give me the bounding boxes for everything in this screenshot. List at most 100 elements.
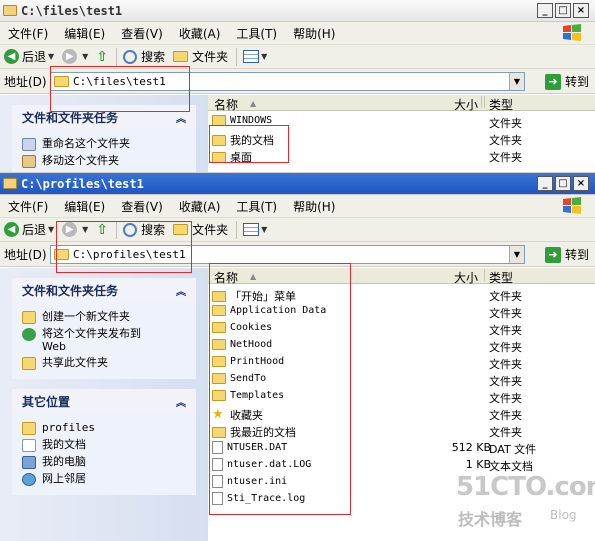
highlight-box-profile-contents xyxy=(209,263,351,515)
views-button[interactable]: ▼ xyxy=(243,50,267,63)
views-icon xyxy=(243,223,260,236)
forward-button[interactable]: ▶ ▼ xyxy=(62,49,88,64)
folder-icon xyxy=(22,422,36,435)
forward-arrow-icon: ▶ xyxy=(62,49,78,64)
menu-tools[interactable]: 工具(T) xyxy=(236,25,277,42)
panel-header[interactable]: 文件和文件夹任务 ︽ xyxy=(12,278,196,302)
task-rename-folder[interactable]: 重命名这个文件夹 xyxy=(22,137,186,151)
computer-icon xyxy=(22,456,36,469)
place-network[interactable]: 网上邻居 xyxy=(22,472,186,486)
minimize-button[interactable]: _ xyxy=(537,176,553,191)
place-my-computer[interactable]: 我的电脑 xyxy=(22,455,186,469)
item-size: 512 KB xyxy=(451,441,491,454)
menu-view[interactable]: 查看(V) xyxy=(121,25,163,42)
menu-bar: 文件(F) 编辑(E) 查看(V) 收藏(A) 工具(T) 帮助(H) xyxy=(0,195,595,218)
highlight-box-folders xyxy=(209,125,289,163)
list-header: 名称 ▲ 大小 类型 xyxy=(208,95,595,113)
item-type: 文件夹 xyxy=(489,341,522,354)
item-size: 1 KB xyxy=(465,458,491,471)
menu-bar: 文件(F) 编辑(E) 查看(V) 收藏(A) 工具(T) 帮助(H) xyxy=(0,22,595,45)
column-size[interactable]: 大小 xyxy=(454,269,478,286)
title-bar[interactable]: C:\files\test1 _ □ × xyxy=(0,0,595,22)
maximize-button[interactable]: □ xyxy=(555,176,571,191)
goto-button[interactable]: ➜ 转到 xyxy=(544,246,589,263)
up-folder-button[interactable]: ⇧ xyxy=(96,49,108,65)
item-type: 文件夹 xyxy=(489,409,522,422)
item-type: 文件夹 xyxy=(489,375,522,388)
item-type: 文件夹 xyxy=(489,358,522,371)
column-size[interactable]: 大小 xyxy=(454,96,478,113)
back-button[interactable]: ◀ 后退 ▼ xyxy=(4,48,54,65)
item-type: DAT 文件 xyxy=(489,443,537,456)
share-folder-icon xyxy=(22,357,36,370)
address-dropdown[interactable]: ▼ xyxy=(509,73,524,90)
column-type[interactable]: 类型 xyxy=(489,96,513,113)
search-icon xyxy=(123,49,138,64)
menu-tools[interactable]: 工具(T) xyxy=(236,198,277,215)
go-arrow-icon: ➜ xyxy=(544,246,561,263)
task-move-folder[interactable]: 移动这个文件夹 xyxy=(22,154,186,168)
go-arrow-icon: ➜ xyxy=(544,73,561,90)
windows-logo-icon xyxy=(563,24,581,41)
item-type: 文件夹 xyxy=(489,392,522,405)
task-share-folder[interactable]: 共享此文件夹 xyxy=(22,356,186,370)
goto-button[interactable]: ➜ 转到 xyxy=(544,73,589,90)
item-type: 文件夹 xyxy=(489,324,522,337)
address-label: 地址(D) xyxy=(4,74,47,89)
window-title: C:\profiles\test1 xyxy=(21,176,144,191)
watermark-subtitle: 技术博客 xyxy=(458,510,523,529)
collapse-chevron-icon[interactable]: ︽ xyxy=(176,394,186,409)
column-name[interactable]: 名称 xyxy=(214,96,238,113)
column-type[interactable]: 类型 xyxy=(489,269,513,286)
move-icon xyxy=(22,155,36,168)
views-icon xyxy=(243,50,260,63)
menu-help[interactable]: 帮助(H) xyxy=(293,25,335,42)
menu-edit[interactable]: 编辑(E) xyxy=(64,25,105,42)
window-title: C:\files\test1 xyxy=(21,3,123,18)
menu-favorites[interactable]: 收藏(A) xyxy=(179,198,221,215)
highlight-box-address xyxy=(56,221,192,273)
folder-icon xyxy=(3,5,17,16)
address-dropdown[interactable]: ▼ xyxy=(509,246,524,263)
file-folder-tasks-panel: 文件和文件夹任务 ︽ 创建一个新文件夹 将这个文件夹发布到 Web 共享此文件夹 xyxy=(12,278,196,379)
folders-button[interactable]: 文件夹 xyxy=(173,48,228,65)
folder-icon xyxy=(22,311,36,324)
menu-view[interactable]: 查看(V) xyxy=(121,198,163,215)
back-button[interactable]: ◀ 后退 ▼ xyxy=(4,221,54,238)
item-type: 文件夹 xyxy=(489,307,522,320)
collapse-chevron-icon[interactable]: ︽ xyxy=(176,283,186,298)
menu-file[interactable]: 文件(F) xyxy=(8,25,48,42)
watermark-blog: Blog xyxy=(550,508,577,522)
task-new-folder[interactable]: 创建一个新文件夹 xyxy=(22,310,186,324)
address-label: 地址(D) xyxy=(4,247,47,262)
menu-file[interactable]: 文件(F) xyxy=(8,198,48,215)
folder-icon xyxy=(173,51,189,62)
menu-help[interactable]: 帮助(H) xyxy=(293,198,335,215)
maximize-button[interactable]: □ xyxy=(555,3,571,18)
other-places-panel: 其它位置 ︽ profiles 我的文档 我的电脑 网上邻居 xyxy=(12,389,196,495)
minimize-button[interactable]: _ xyxy=(537,3,553,18)
rename-icon xyxy=(22,138,36,151)
close-button[interactable]: × xyxy=(573,176,589,191)
item-type: 文件夹 xyxy=(489,290,522,303)
item-type: 文件夹 xyxy=(489,426,522,439)
task-pane: 文件和文件夹任务 ︽ 创建一个新文件夹 将这个文件夹发布到 Web 共享此文件夹 … xyxy=(0,268,208,541)
windows-logo-icon xyxy=(563,197,581,214)
title-bar[interactable]: C:\profiles\test1 _ □ × xyxy=(0,173,595,195)
views-button[interactable]: ▼ xyxy=(243,223,267,236)
place-profiles[interactable]: profiles xyxy=(22,421,186,435)
watermark-logo-text: 51CTO.com xyxy=(456,472,595,502)
menu-edit[interactable]: 编辑(E) xyxy=(64,198,105,215)
highlight-box-address xyxy=(50,66,190,112)
back-arrow-icon: ◀ xyxy=(4,49,19,64)
close-button[interactable]: × xyxy=(573,3,589,18)
documents-icon xyxy=(22,439,36,452)
explorer-window-files: C:\files\test1 _ □ × 文件(F) 编辑(E) 查看(V) 收… xyxy=(0,0,595,172)
globe-icon xyxy=(22,328,36,341)
back-arrow-icon: ◀ xyxy=(4,222,19,237)
place-my-documents[interactable]: 我的文档 xyxy=(22,438,186,452)
task-publish-web[interactable]: 将这个文件夹发布到 Web xyxy=(22,327,186,353)
panel-header[interactable]: 其它位置 ︽ xyxy=(12,389,196,413)
search-button[interactable]: 搜索 xyxy=(123,48,165,65)
menu-favorites[interactable]: 收藏(A) xyxy=(179,25,221,42)
